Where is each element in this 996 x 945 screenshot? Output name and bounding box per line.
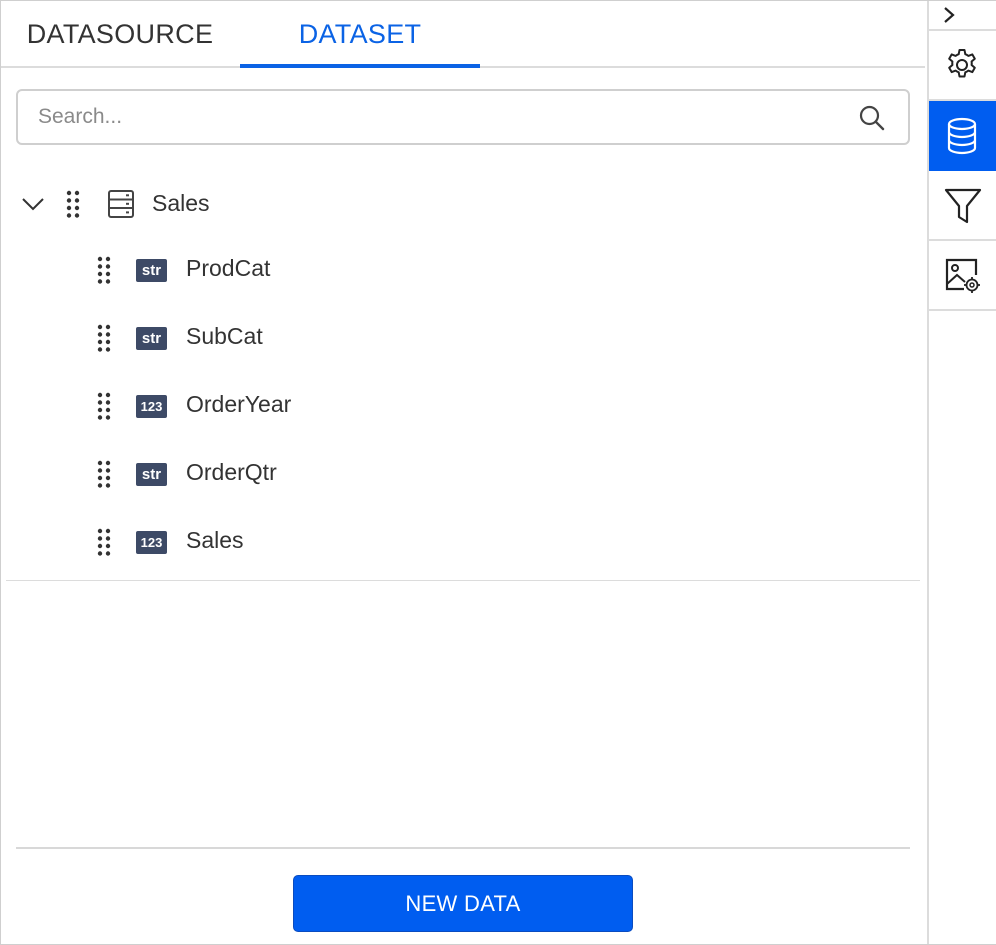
search-icon[interactable] <box>858 104 886 132</box>
image-settings-icon <box>945 258 980 293</box>
drag-handle-icon[interactable] <box>97 527 111 557</box>
field-label: Sales <box>186 527 244 553</box>
properties-button[interactable] <box>929 31 996 101</box>
properties-panel-frame: DATASOURCE DATASET Search... Sales str P… <box>0 0 996 945</box>
drag-handle-icon[interactable] <box>97 391 111 421</box>
field-label: OrderQtr <box>186 459 277 485</box>
new-data-button[interactable]: NEW DATA <box>293 875 633 932</box>
table-icon <box>108 190 134 218</box>
footer-divider <box>16 847 910 849</box>
tree-divider <box>6 580 920 581</box>
number-type-icon: 123 <box>136 531 167 554</box>
field-item[interactable]: str SubCat <box>1 309 925 367</box>
tab-datasource[interactable]: DATASOURCE <box>1 1 239 68</box>
field-item[interactable]: str OrderQtr <box>1 445 925 503</box>
tree-node-sales-table[interactable]: Sales <box>1 177 925 231</box>
active-tab-indicator <box>240 64 480 68</box>
right-toolbar <box>927 1 996 944</box>
tab-bar: DATASOURCE DATASET <box>1 1 925 68</box>
drag-handle-icon[interactable] <box>97 255 111 285</box>
filter-button[interactable] <box>929 171 996 241</box>
number-type-icon: 123 <box>136 395 167 418</box>
drag-handle-icon[interactable] <box>66 189 80 219</box>
gear-icon <box>948 49 976 78</box>
field-item[interactable]: 123 OrderYear <box>1 377 925 435</box>
database-icon <box>947 117 977 155</box>
drag-handle-icon[interactable] <box>97 459 111 489</box>
image-settings-button[interactable] <box>929 241 996 311</box>
tab-dataset[interactable]: DATASET <box>240 1 480 68</box>
drag-handle-icon[interactable] <box>97 323 111 353</box>
field-item[interactable]: 123 Sales <box>1 513 925 571</box>
field-label: ProdCat <box>186 255 271 281</box>
field-label: SubCat <box>186 323 263 349</box>
string-type-icon: str <box>136 327 167 350</box>
search-box <box>16 89 910 145</box>
tree-node-label: Sales <box>152 190 210 216</box>
search-input[interactable] <box>38 101 838 133</box>
filter-icon <box>944 188 982 224</box>
string-type-icon: str <box>136 463 167 486</box>
field-label: OrderYear <box>186 391 292 417</box>
field-item[interactable]: str ProdCat <box>1 241 925 299</box>
chevron-down-icon[interactable] <box>21 194 45 214</box>
dataset-button[interactable] <box>929 101 996 171</box>
string-type-icon: str <box>136 259 167 282</box>
dataset-panel: DATASOURCE DATASET Search... Sales str P… <box>1 1 927 944</box>
chevron-right-icon <box>944 7 955 23</box>
collapse-panel-button[interactable] <box>929 1 996 31</box>
